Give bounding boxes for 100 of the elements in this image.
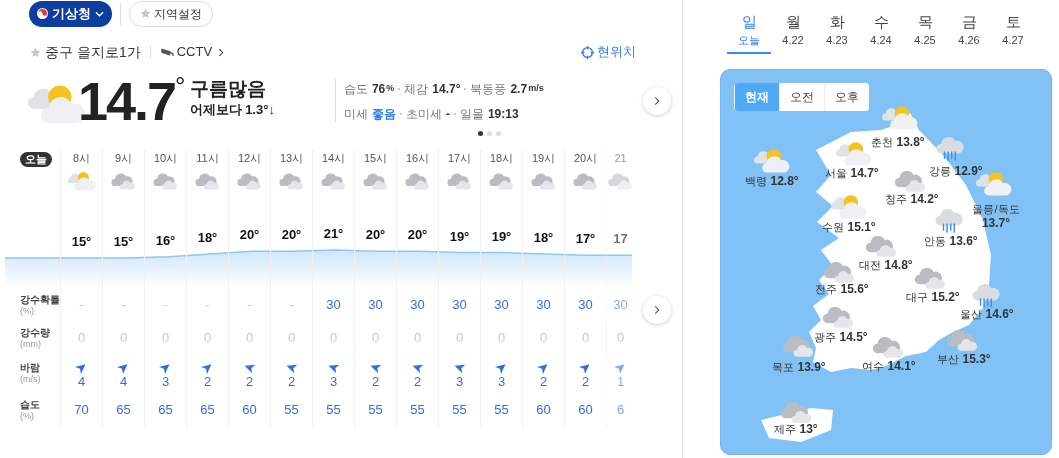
rain-chance: - — [163, 296, 168, 315]
hour-label: 21 — [614, 151, 627, 166]
city-label: 안동 13.6° — [924, 234, 978, 248]
cctv-link[interactable]: CCTV — [159, 42, 225, 62]
wind-speed: 4 — [77, 373, 86, 389]
detail-label: 미세 — [343, 105, 368, 123]
sun-cloud-icon — [754, 146, 790, 174]
cloud-icon — [403, 170, 432, 191]
rain-chance: - — [247, 296, 252, 315]
rain-chance: 30 — [368, 296, 383, 315]
hour-temperature: 20° — [281, 226, 302, 245]
wind-speed: 1 — [616, 373, 625, 389]
day-tab[interactable]: 월 4.22 — [771, 12, 815, 54]
chevron-right-icon — [654, 96, 660, 106]
city-label: 청주 14.2° — [885, 192, 939, 206]
hour-label: 20시 — [573, 151, 598, 166]
humidity-value: 6 — [616, 401, 625, 420]
detail-value: - — [445, 105, 450, 123]
rain-chance: - — [79, 296, 84, 315]
today-badge: 오늘 — [20, 152, 52, 167]
day-tab[interactable]: 토 4.27 — [991, 12, 1035, 54]
hour-label: 17시 — [447, 151, 472, 166]
city-label: 목포 13.9° — [772, 360, 826, 374]
hour-temperature: 21° — [323, 224, 344, 243]
cloud-icon — [571, 170, 600, 191]
hour-label: 15시 — [363, 151, 388, 166]
wind-speed: 2 — [287, 373, 296, 389]
city-label: 대전 14.8° — [859, 258, 913, 272]
wind-speed: 2 — [203, 373, 212, 389]
rain-chance: 30 — [494, 296, 509, 315]
current-location-button[interactable]: 현위치 — [581, 42, 636, 62]
hour-label: 10시 — [153, 151, 178, 166]
rain-chance: 30 — [536, 296, 551, 315]
current-temperature: 14.7 — [78, 71, 176, 131]
city-label: 강릉 12.9° — [929, 164, 983, 178]
wind-speed: 3 — [455, 373, 464, 389]
day-tab[interactable]: 목 4.25 — [903, 12, 947, 54]
sun-cloud-icon — [831, 192, 867, 220]
hour-temperature: 20° — [407, 226, 428, 245]
hour-temperature: 19° — [449, 227, 470, 246]
rain-chance: 30 — [326, 296, 341, 315]
hour-label: 19시 — [531, 151, 556, 166]
cloud-icon — [606, 170, 632, 191]
cloud-icon — [109, 170, 138, 191]
next-button[interactable] — [643, 296, 671, 324]
detail-value: 76 — [371, 80, 386, 98]
row-label: 강수량 — [20, 326, 51, 339]
location-name: 중구 을지로1가 — [45, 42, 141, 62]
rain-chance: 30 — [452, 296, 467, 315]
camera-icon — [159, 46, 174, 58]
hour-label: 11시 — [196, 151, 219, 166]
wind-speed: 3 — [161, 373, 170, 389]
star-icon — [30, 46, 41, 58]
hour-label: 9시 — [114, 151, 133, 166]
day-tab[interactable]: 일 오늘 — [727, 12, 771, 54]
detail-unit: m/s — [528, 81, 544, 95]
detail-unit: % — [386, 81, 395, 95]
day-tab[interactable]: 금 4.26 — [947, 12, 991, 54]
city-label: 제주 13° — [774, 422, 818, 436]
wind-speed: 4 — [119, 373, 128, 389]
city-label: 백령 12.8° — [745, 174, 799, 188]
row-label: 강수확률 — [20, 293, 60, 306]
rain-chance: - — [121, 296, 126, 315]
next-button[interactable] — [643, 87, 671, 115]
row-unit: (mm) — [20, 338, 42, 350]
cloud-icon — [235, 170, 264, 191]
day-tab[interactable]: 수 4.24 — [859, 12, 903, 54]
humidity-value: 60 — [578, 401, 593, 420]
detail-value: 14.7° — [432, 80, 461, 98]
wind-speed: 2 — [539, 373, 548, 389]
detail-label: 체감 — [404, 80, 429, 98]
sun-cloud-icon — [836, 139, 872, 167]
emblem-icon — [37, 8, 48, 19]
humidity-value: 65 — [200, 401, 215, 420]
period-tab[interactable]: 오후 — [824, 83, 869, 111]
wind-speed: 2 — [245, 373, 254, 389]
hour-label: 18시 — [489, 151, 514, 166]
city-label: 광주 14.5° — [814, 330, 868, 344]
hour-temperature: 20° — [365, 226, 386, 245]
humidity-value: 70 — [74, 401, 89, 420]
hour-temperature: 19° — [491, 227, 512, 246]
hour-temperature: 15° — [71, 233, 92, 251]
row-label: 습도 — [20, 398, 41, 411]
rain-chance: 30 — [613, 296, 628, 315]
rain-chance: 30 — [410, 296, 425, 315]
wind-speed: 2 — [371, 373, 380, 389]
source-dropdown[interactable]: 기상청 — [29, 0, 112, 27]
cloud-icon — [277, 170, 306, 191]
detail-value: 2.7 — [510, 80, 528, 98]
sun-cloud-icon — [67, 170, 96, 191]
humidity-value: 55 — [326, 401, 341, 420]
humidity-value: 55 — [410, 401, 425, 420]
detail-label: 북동풍 — [470, 80, 507, 98]
hour-temperature: 15° — [113, 233, 134, 251]
star-icon — [140, 8, 151, 19]
day-tab[interactable]: 화 4.23 — [815, 12, 859, 54]
detail-label: 초미세 — [405, 105, 442, 123]
hour-temperature: 18° — [533, 228, 554, 247]
wind-speed: 3 — [329, 373, 338, 389]
detail-label: 습도 — [343, 80, 368, 98]
